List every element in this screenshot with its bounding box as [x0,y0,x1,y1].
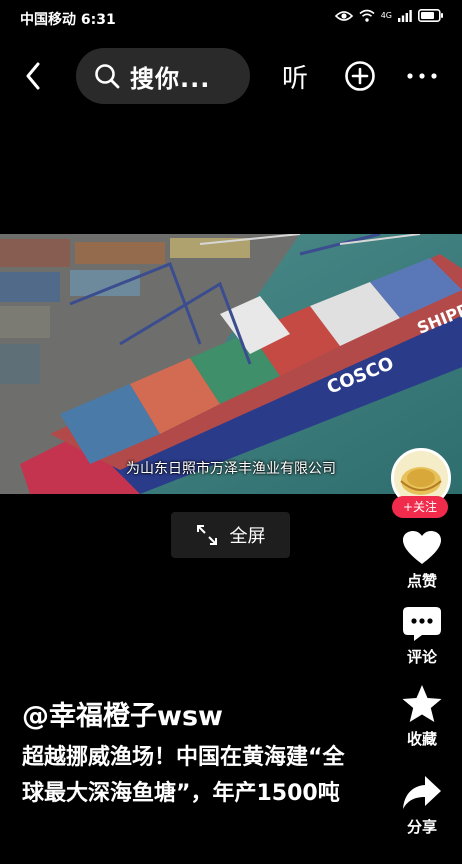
video-player[interactable]: COSCO SHIPP 为山东日照市万泽丰渔业有限公司 [0,234,462,494]
fullscreen-label: 全屏 [229,526,266,547]
more-button[interactable] [406,62,438,94]
signal-icon [398,9,412,22]
plus-circle-icon [345,61,375,91]
search-text: 搜你... [130,64,211,93]
eye-icon [334,10,353,21]
share-arrow-icon [403,776,441,809]
network-type: 4G [380,11,392,20]
search-icon [95,64,120,89]
status-icons: 4G [334,9,444,22]
star-icon [402,685,442,722]
top-nav: 搜你... 听 [0,44,462,108]
video-frame-image: COSCO SHIPP [0,234,462,494]
post-description[interactable]: 超越挪威渔场！中国在黄海建“全球最大深海鱼塘”，年产1500吨 [22,740,352,812]
more-dots-icon [407,73,437,79]
like-label: 点赞 [406,572,437,590]
share-button[interactable]: 分享 [382,774,462,837]
comment-bubble-icon [403,607,441,641]
favorite-button[interactable]: 收藏 [382,684,462,749]
status-bar: 中国移动 6:31 4G [0,0,462,36]
follow-button[interactable]: +关注 [392,496,448,518]
fullscreen-button[interactable]: 全屏 [171,512,290,558]
search-bar[interactable]: 搜你... [76,48,250,104]
comment-button[interactable]: 评论 [382,606,462,667]
listen-button[interactable]: 听 [282,58,308,95]
comment-label: 评论 [406,648,437,666]
expand-icon [196,525,217,545]
back-button[interactable] [16,58,50,94]
favorite-label: 收藏 [406,730,437,748]
battery-icon [418,9,443,22]
like-button[interactable]: 点赞 [382,530,462,591]
status-carrier-time: 中国移动 6:31 [20,9,116,29]
add-button[interactable] [344,60,376,96]
carrier-label: 中国移动 [20,12,76,28]
wifi-icon [359,9,375,22]
author-handle[interactable]: @幸福橙子wsw [22,694,223,733]
heart-icon [403,531,441,564]
clock: 6:31 [80,12,116,28]
share-label: 分享 [406,818,437,836]
back-arrow-icon [26,62,40,90]
